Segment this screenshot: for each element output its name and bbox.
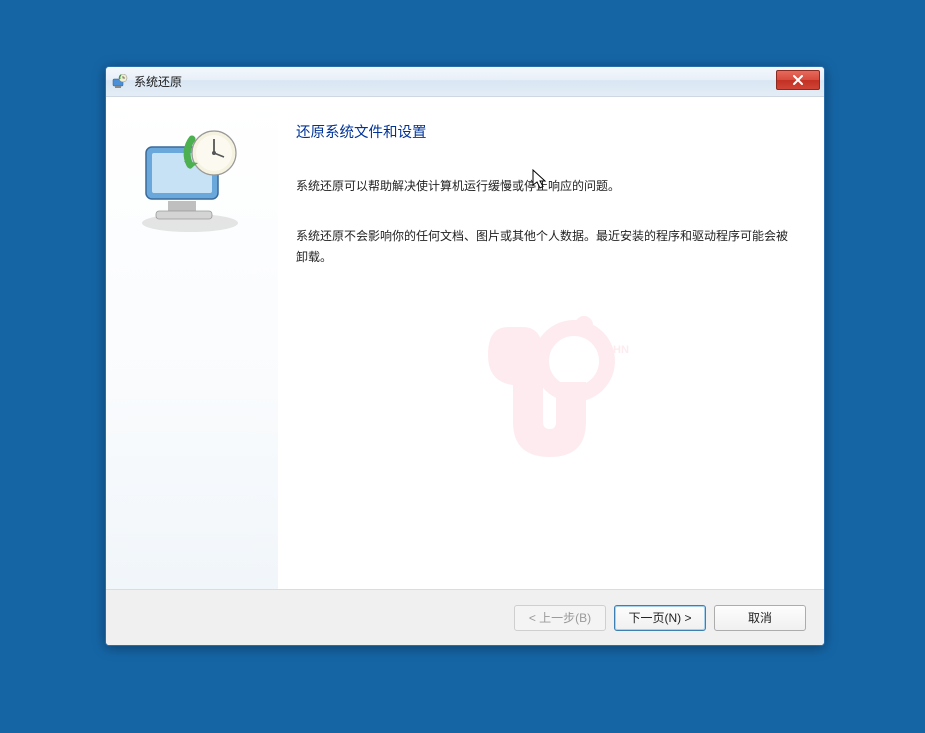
- watermark-text: HN: [613, 344, 629, 356]
- title-bar[interactable]: 系统还原: [106, 67, 824, 97]
- close-icon: [792, 75, 804, 85]
- app-icon: [112, 74, 128, 90]
- wizard-footer: < 上一步(B) 下一页(N) > 取消: [106, 589, 824, 645]
- system-restore-illustration: [128, 125, 256, 235]
- content-area: 还原系统文件和设置 系统还原可以帮助解决使计算机运行缓慢或停止响应的问题。 系统…: [106, 97, 824, 589]
- window-title: 系统还原: [134, 73, 182, 90]
- description-paragraph-2: 系统还原不会影响你的任何文档、图片或其他个人数据。最近安装的程序和驱动程序可能会…: [296, 226, 788, 267]
- next-button[interactable]: 下一页(N) >: [614, 605, 706, 631]
- wizard-sidebar: [106, 97, 278, 589]
- wizard-main: 还原系统文件和设置 系统还原可以帮助解决使计算机运行缓慢或停止响应的问题。 系统…: [278, 97, 824, 589]
- close-button[interactable]: [776, 70, 820, 90]
- cancel-button[interactable]: 取消: [714, 605, 806, 631]
- page-heading: 还原系统文件和设置: [296, 121, 788, 142]
- back-button: < 上一步(B): [514, 605, 606, 631]
- system-restore-window: 系统还原: [105, 66, 825, 646]
- watermark-logo: HN: [478, 307, 643, 485]
- description-paragraph-1: 系统还原可以帮助解决使计算机运行缓慢或停止响应的问题。: [296, 176, 788, 196]
